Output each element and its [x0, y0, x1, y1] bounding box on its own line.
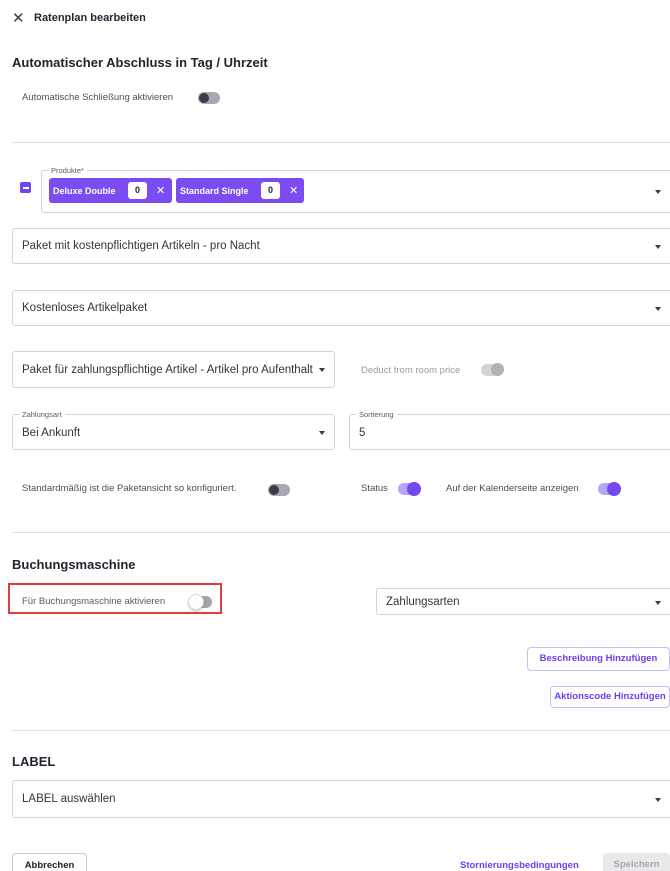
chevron-down-icon	[655, 307, 661, 311]
add-description-button[interactable]: Beschreibung Hinzufügen	[527, 647, 670, 671]
divider	[12, 532, 670, 533]
select-placeholder: Zahlungsarten	[386, 596, 460, 608]
cancel-button[interactable]: Abbrechen	[12, 853, 87, 871]
product-chip-standard-single: Standard Single 0 ✕	[176, 178, 304, 203]
status-label: Status	[361, 483, 388, 494]
payment-type-label: Zahlungsart	[19, 410, 65, 419]
payment-type-select[interactable]: Zahlungsart Bei Ankunft	[12, 410, 335, 450]
products-label: Produkte*	[48, 166, 87, 175]
dialog-title: Ratenplan bearbeiten	[34, 12, 146, 24]
chip-count[interactable]: 0	[128, 182, 147, 199]
label-section-title: LABEL	[12, 754, 56, 769]
show-on-calendar-label: Auf der Kalenderseite anzeigen	[446, 483, 579, 494]
select-value: Bei Ankunft	[22, 427, 81, 439]
auto-close-section-title: Automatischer Abschluss in Tag / Uhrzeit	[12, 55, 268, 70]
chevron-down-icon	[319, 431, 325, 435]
free-package-select[interactable]: Kostenloses Artikelpaket	[12, 290, 670, 326]
auto-close-toggle[interactable]	[198, 92, 220, 104]
default-package-view-toggle[interactable]	[268, 484, 290, 496]
chip-count[interactable]: 0	[261, 182, 280, 199]
toggle-knob	[269, 485, 279, 495]
toggle-knob	[199, 93, 209, 103]
save-button[interactable]: Speichern	[603, 853, 670, 871]
select-value: Paket für zahlungspflichtige Artikel - A…	[22, 364, 313, 376]
chevron-down-icon	[655, 190, 661, 194]
chip-remove-icon[interactable]: ✕	[289, 184, 298, 197]
close-icon[interactable]: ✕	[12, 11, 25, 26]
booking-engine-toggle[interactable]	[188, 594, 212, 610]
toggle-knob	[407, 482, 421, 496]
chevron-down-icon	[319, 368, 325, 372]
toggle-knob	[188, 594, 204, 610]
chevron-down-icon	[655, 798, 661, 802]
products-select[interactable]: Produkte* Deluxe Double 0 ✕ Standard Sin…	[41, 166, 670, 213]
product-chip-deluxe-double: Deluxe Double 0 ✕	[49, 178, 172, 203]
default-package-view-label: Standardmäßig ist die Paketansicht so ko…	[22, 483, 237, 494]
select-placeholder: LABEL auswählen	[22, 793, 116, 805]
select-value: Paket mit kostenpflichtigen Artikeln - p…	[22, 240, 260, 252]
toggle-knob	[607, 482, 621, 496]
booking-engine-toggle-label: Für Buchungsmaschine aktivieren	[22, 596, 166, 607]
products-select-all-checkbox[interactable]	[20, 182, 31, 193]
chip-remove-icon[interactable]: ✕	[156, 184, 165, 197]
toggle-knob	[491, 363, 504, 376]
select-value: Kostenloses Artikelpaket	[22, 302, 148, 314]
deduct-from-room-price-label: Deduct from room price	[361, 365, 461, 376]
chevron-down-icon	[655, 245, 661, 249]
input-value: 5	[359, 427, 366, 439]
payment-methods-select[interactable]: Zahlungsarten	[376, 588, 670, 615]
sorting-input[interactable]: Sortierung 5	[349, 410, 670, 450]
show-on-calendar-toggle[interactable]	[598, 482, 621, 496]
sorting-label: Sortierung	[356, 410, 397, 419]
divider	[12, 730, 670, 731]
add-promo-code-button[interactable]: Aktionscode Hinzufügen	[550, 686, 670, 708]
chevron-down-icon	[655, 601, 661, 605]
auto-close-toggle-label: Automatische Schließung aktivieren	[22, 92, 174, 103]
cancellation-policy-link[interactable]: Stornierungsbedingungen	[460, 860, 579, 871]
divider	[12, 142, 670, 143]
paid-package-per-night-select[interactable]: Paket mit kostenpflichtigen Artikeln - p…	[12, 228, 670, 264]
status-toggle[interactable]	[398, 482, 421, 496]
paid-package-per-stay-select[interactable]: Paket für zahlungspflichtige Artikel - A…	[12, 351, 335, 388]
booking-engine-section-title: Buchungsmaschine	[12, 557, 136, 572]
deduct-from-room-price-toggle[interactable]	[481, 363, 504, 376]
label-select[interactable]: LABEL auswählen	[12, 780, 670, 818]
